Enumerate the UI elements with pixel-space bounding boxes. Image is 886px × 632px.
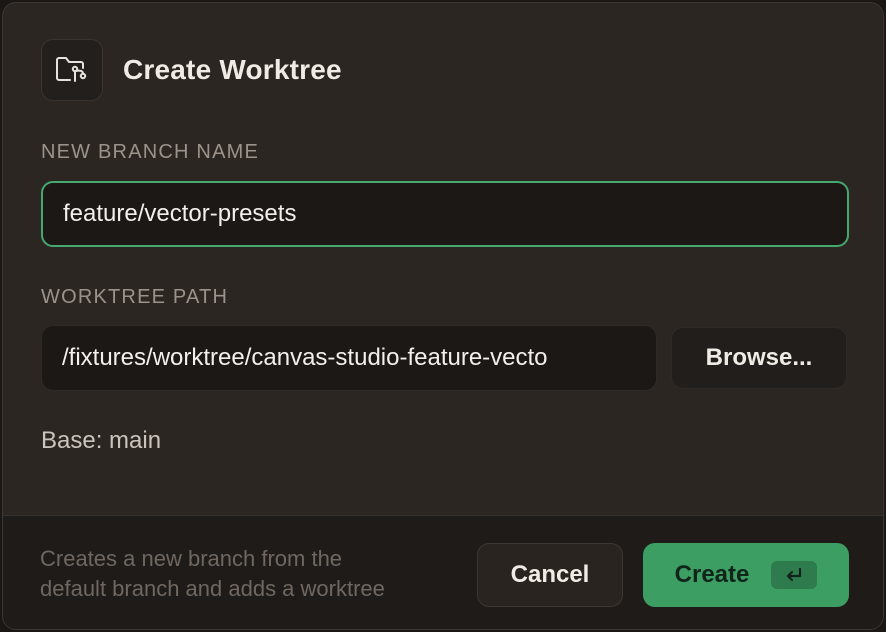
- cancel-button[interactable]: Cancel: [477, 543, 623, 607]
- create-button[interactable]: Create: [643, 543, 849, 607]
- create-button-label: Create: [674, 561, 750, 588]
- branch-name-label: NEW BRANCH NAME: [41, 141, 260, 163]
- hint-line-2: default branch and adds a worktree: [40, 576, 385, 601]
- dialog-footer: Creates a new branch from the default br…: [3, 515, 883, 629]
- dialog-header: Create Worktree: [41, 37, 342, 103]
- return-key-icon: [771, 561, 818, 589]
- branch-name-value: feature/vector-presets: [63, 200, 297, 227]
- dialog-title: Create Worktree: [123, 54, 342, 85]
- footer-hint: Creates a new branch from the default br…: [40, 544, 470, 604]
- base-branch-text: Base: main: [41, 427, 162, 454]
- browse-button[interactable]: Browse...: [671, 327, 847, 389]
- folder-branch-icon: [41, 39, 103, 101]
- worktree-path-value: /fixtures/worktree/canvas-studio-feature…: [62, 344, 548, 371]
- worktree-path-input[interactable]: /fixtures/worktree/canvas-studio-feature…: [41, 325, 657, 391]
- create-worktree-dialog: Create Worktree NEW BRANCH NAME feature/…: [2, 2, 884, 630]
- hint-line-1: Creates a new branch from the: [40, 546, 343, 571]
- worktree-path-label: WORKTREE PATH: [41, 286, 229, 308]
- branch-name-input[interactable]: feature/vector-presets: [41, 181, 849, 247]
